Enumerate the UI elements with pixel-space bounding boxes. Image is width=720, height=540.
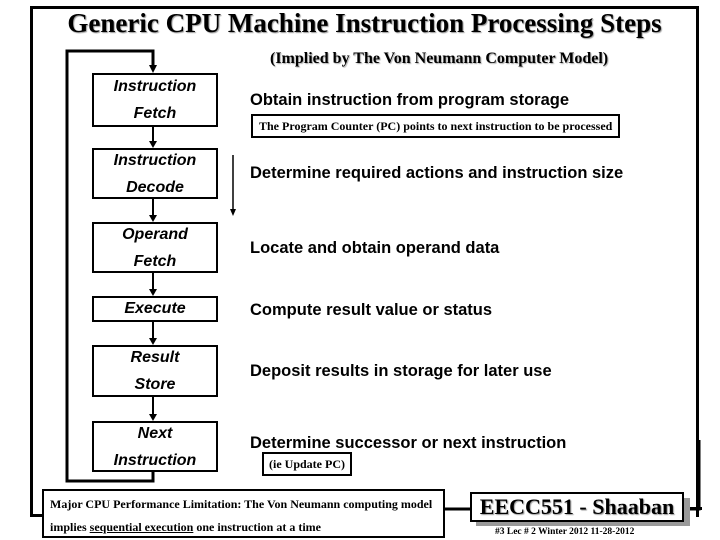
limitation-line-2: implies sequential execution one instruc… <box>50 520 321 534</box>
step-label: Fetch <box>133 105 177 122</box>
step-description: Determine required actions and instructi… <box>250 164 624 182</box>
performance-limitation-box: Major CPU Performance Limitation: The Vo… <box>42 489 445 538</box>
step-label: Instruction <box>113 78 197 95</box>
step-label: Decode <box>126 178 184 196</box>
arrowhead <box>149 289 157 296</box>
page-title: Generic CPU Machine Instruction Processi… <box>67 8 662 38</box>
step-label: Fetch <box>133 252 177 270</box>
step-label: Instruction <box>113 151 197 169</box>
step-box-operand-fetch: Operand Fetch <box>92 222 218 273</box>
step-label: Operand <box>122 225 188 243</box>
step-description: Locate and obtain operand data <box>250 239 500 257</box>
step-box-instruction-decode: Instruction Decode <box>92 148 218 199</box>
step-label: Execute <box>124 300 186 317</box>
limitation-line-1: Major CPU Performance Limitation: The Vo… <box>50 497 433 511</box>
step-description: Obtain instruction from program storage <box>250 91 570 109</box>
step-box-next-instruction: Next Instruction <box>92 421 218 472</box>
page-subtitle: (Implied by The Von Neumann Computer Mod… <box>270 50 609 67</box>
slide-footer: #3 Lec # 2 Winter 2012 11-28-2012 <box>495 527 635 537</box>
sequential-execution-emphasis: sequential execution <box>89 520 194 534</box>
arrowhead <box>230 209 236 216</box>
step-box-instruction-fetch: Instruction Fetch <box>92 73 218 127</box>
arrowhead <box>149 65 157 73</box>
step-label: Next <box>137 424 173 442</box>
update-pc-note: (ie Update PC) <box>262 452 352 476</box>
step-box-execute: Execute <box>92 296 218 322</box>
step-label: Store <box>134 376 176 393</box>
step-box-result-store: Result Store <box>92 345 218 397</box>
step-label: Result <box>130 349 180 366</box>
step-description: Deposit results in storage for later use <box>250 362 552 380</box>
course-brand: EECC551 - Shaaban <box>470 492 684 522</box>
pc-note: The Program Counter (PC) points to next … <box>251 114 621 138</box>
step-description: Compute result value or status <box>250 301 493 319</box>
step-label: Instruction <box>113 451 197 469</box>
step-description: Determine successor or next instruction <box>250 434 567 452</box>
